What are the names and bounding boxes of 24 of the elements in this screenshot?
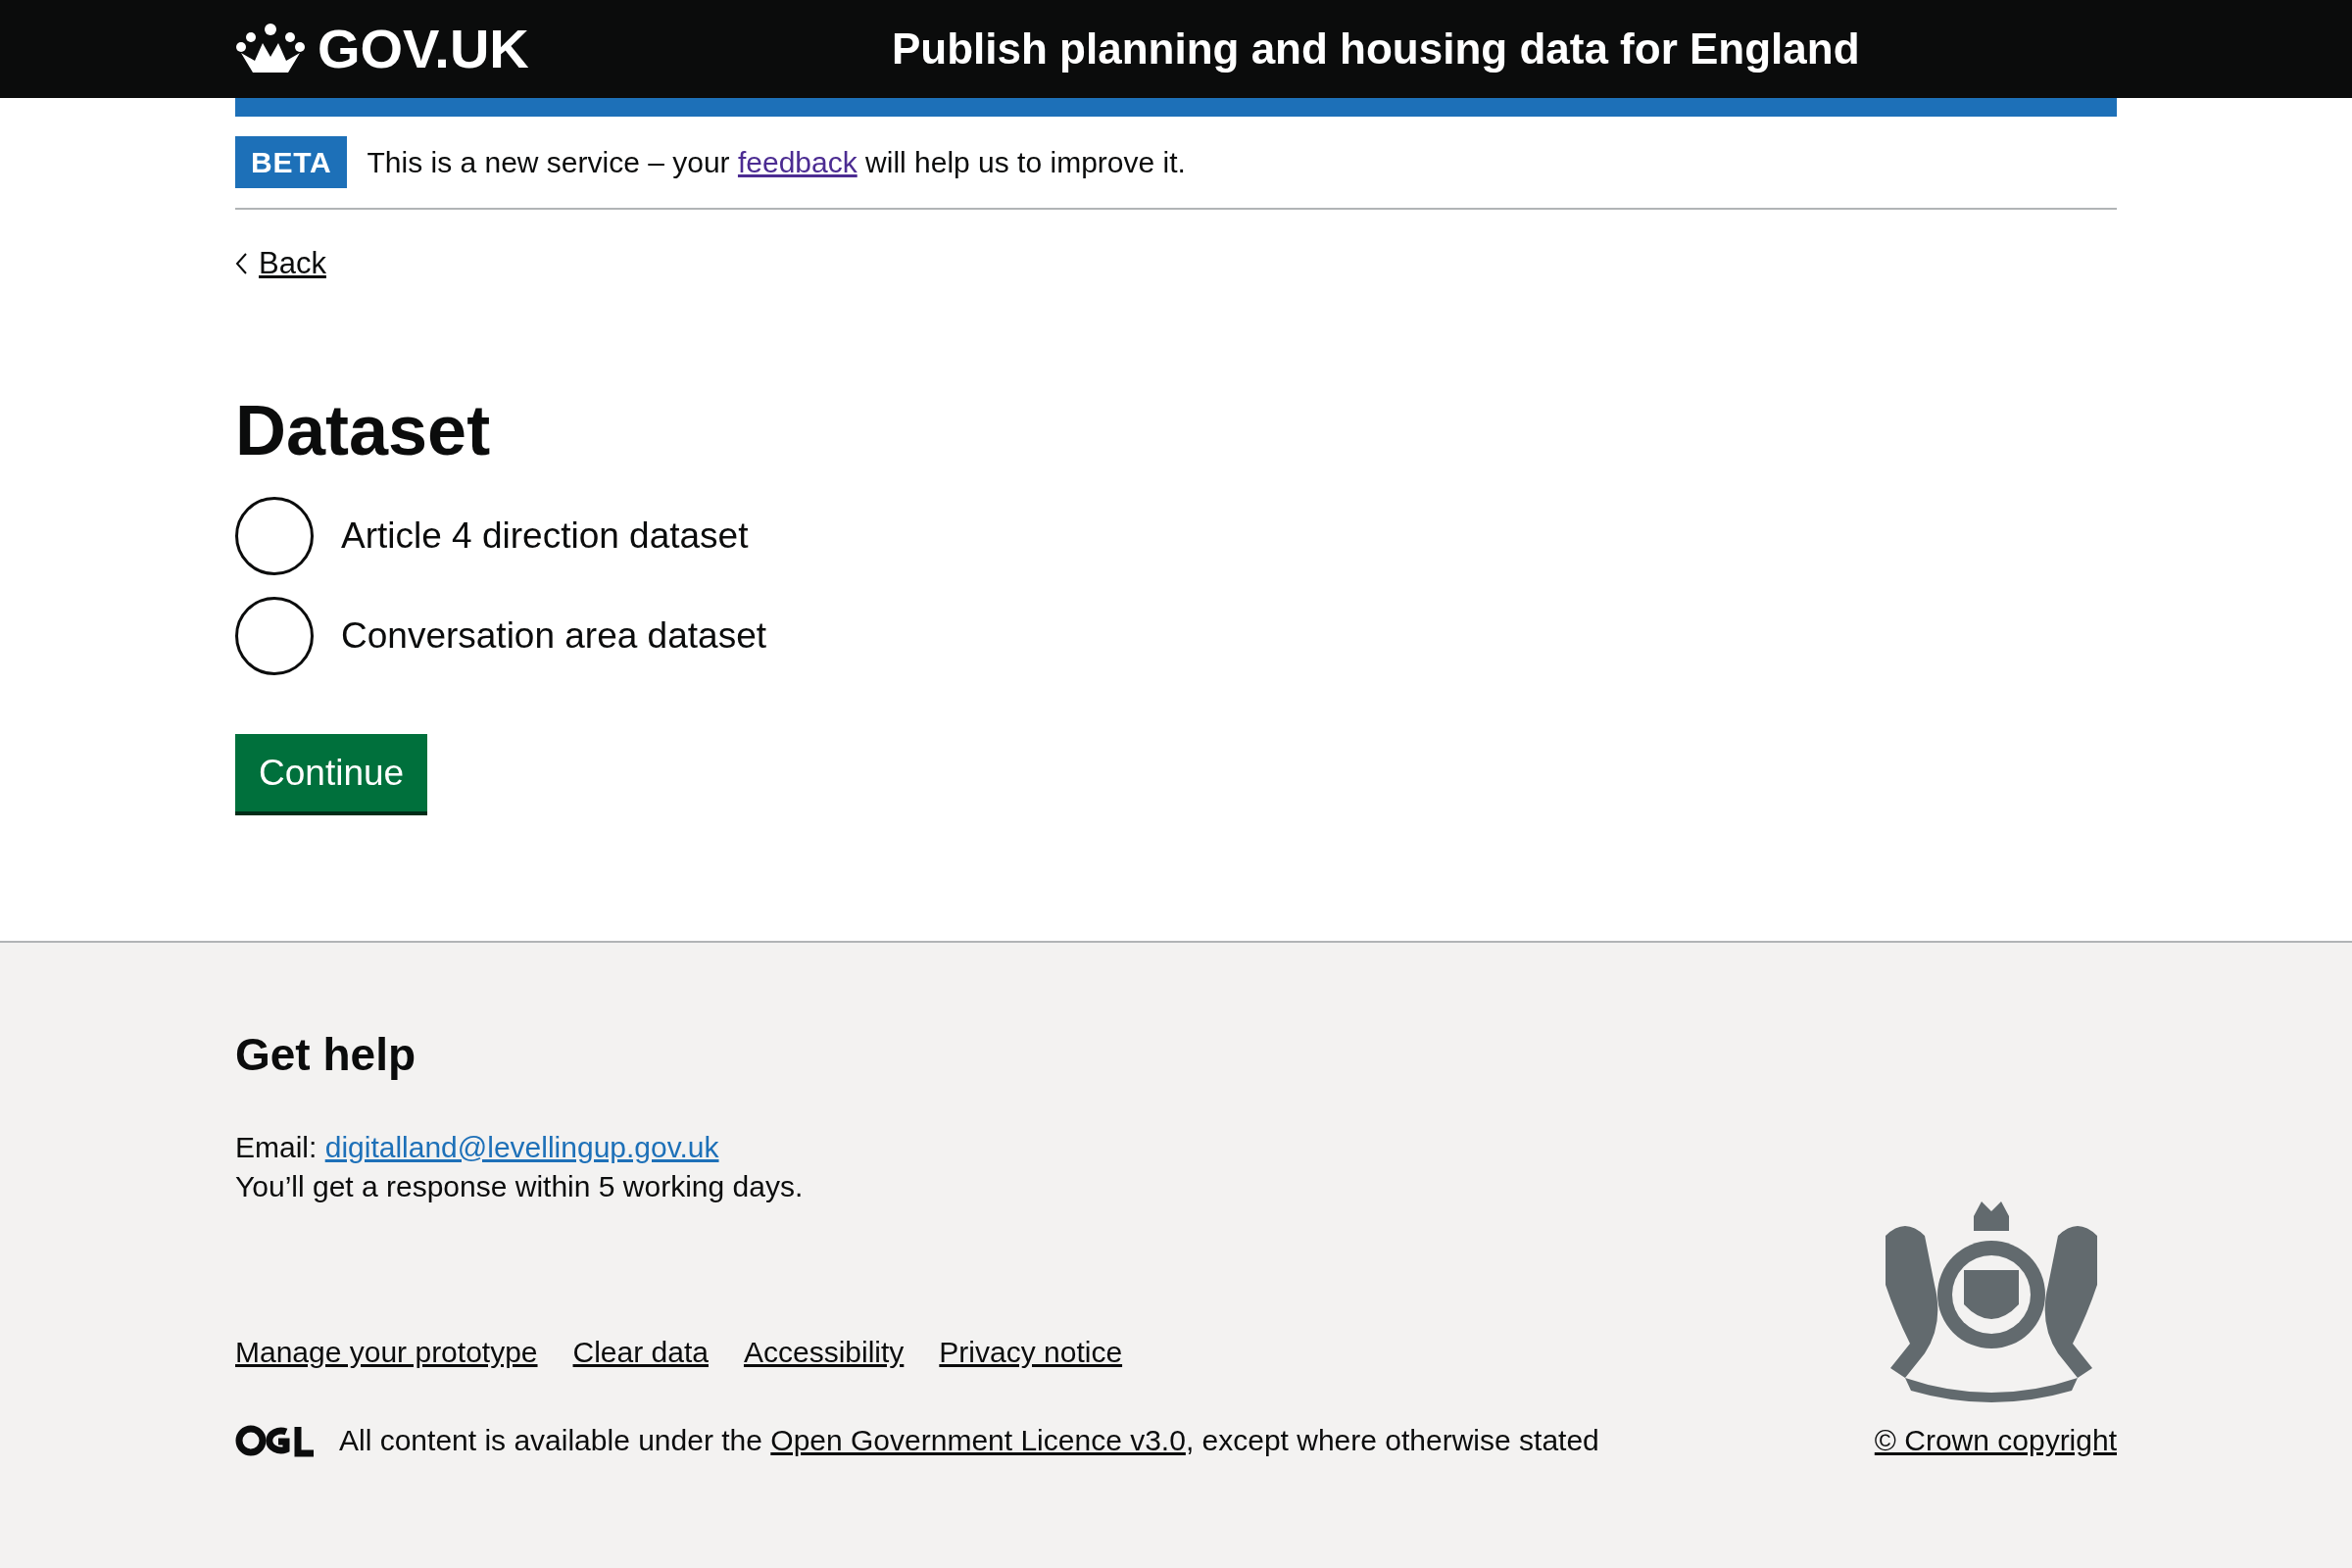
footer-link[interactable]: Manage your prototype (235, 1330, 538, 1374)
radio-label[interactable]: Article 4 direction dataset (341, 508, 749, 564)
licence-logo-icon (235, 1423, 316, 1457)
licence-text: All content is available under the Open Government Licence v3.0, except where otherwise stated (339, 1423, 1599, 1458)
radio-label[interactable]: Conversation area dataset (341, 608, 766, 663)
copyright-link[interactable]: © Crown copyright (1874, 1418, 2117, 1462)
feedback-link[interactable]: feedback (737, 146, 858, 178)
service-name[interactable]: Publish planning and housing data for England (892, 17, 1860, 81)
phase-banner-text: This is a new service – your feedback will help us to improve it. (367, 145, 1186, 180)
back-link[interactable]: Back (235, 241, 326, 287)
page-heading: Dataset (235, 394, 491, 466)
site-logo[interactable]: GOV.UK (318, 8, 529, 90)
response-note: You’ll get a response within 5 working days. (235, 1169, 805, 1204)
beta-tag: BETA (235, 136, 348, 188)
footer-link[interactable]: Clear data (572, 1330, 709, 1374)
chevron-left-icon (235, 253, 247, 275)
footer-heading: Get help (235, 1028, 416, 1082)
licence-link[interactable]: Open Government Licence v3.0 (770, 1424, 1186, 1456)
footer-link[interactable]: Accessibility (743, 1330, 905, 1374)
email-line: Email: digitalland@levellingup.gov.uk (235, 1130, 720, 1165)
radio-button[interactable] (235, 596, 314, 675)
email-link[interactable]: digitalland@levellingup.gov.uk (324, 1131, 719, 1163)
footer-link[interactable]: Privacy notice (939, 1330, 1123, 1374)
radio-button[interactable] (235, 496, 314, 575)
